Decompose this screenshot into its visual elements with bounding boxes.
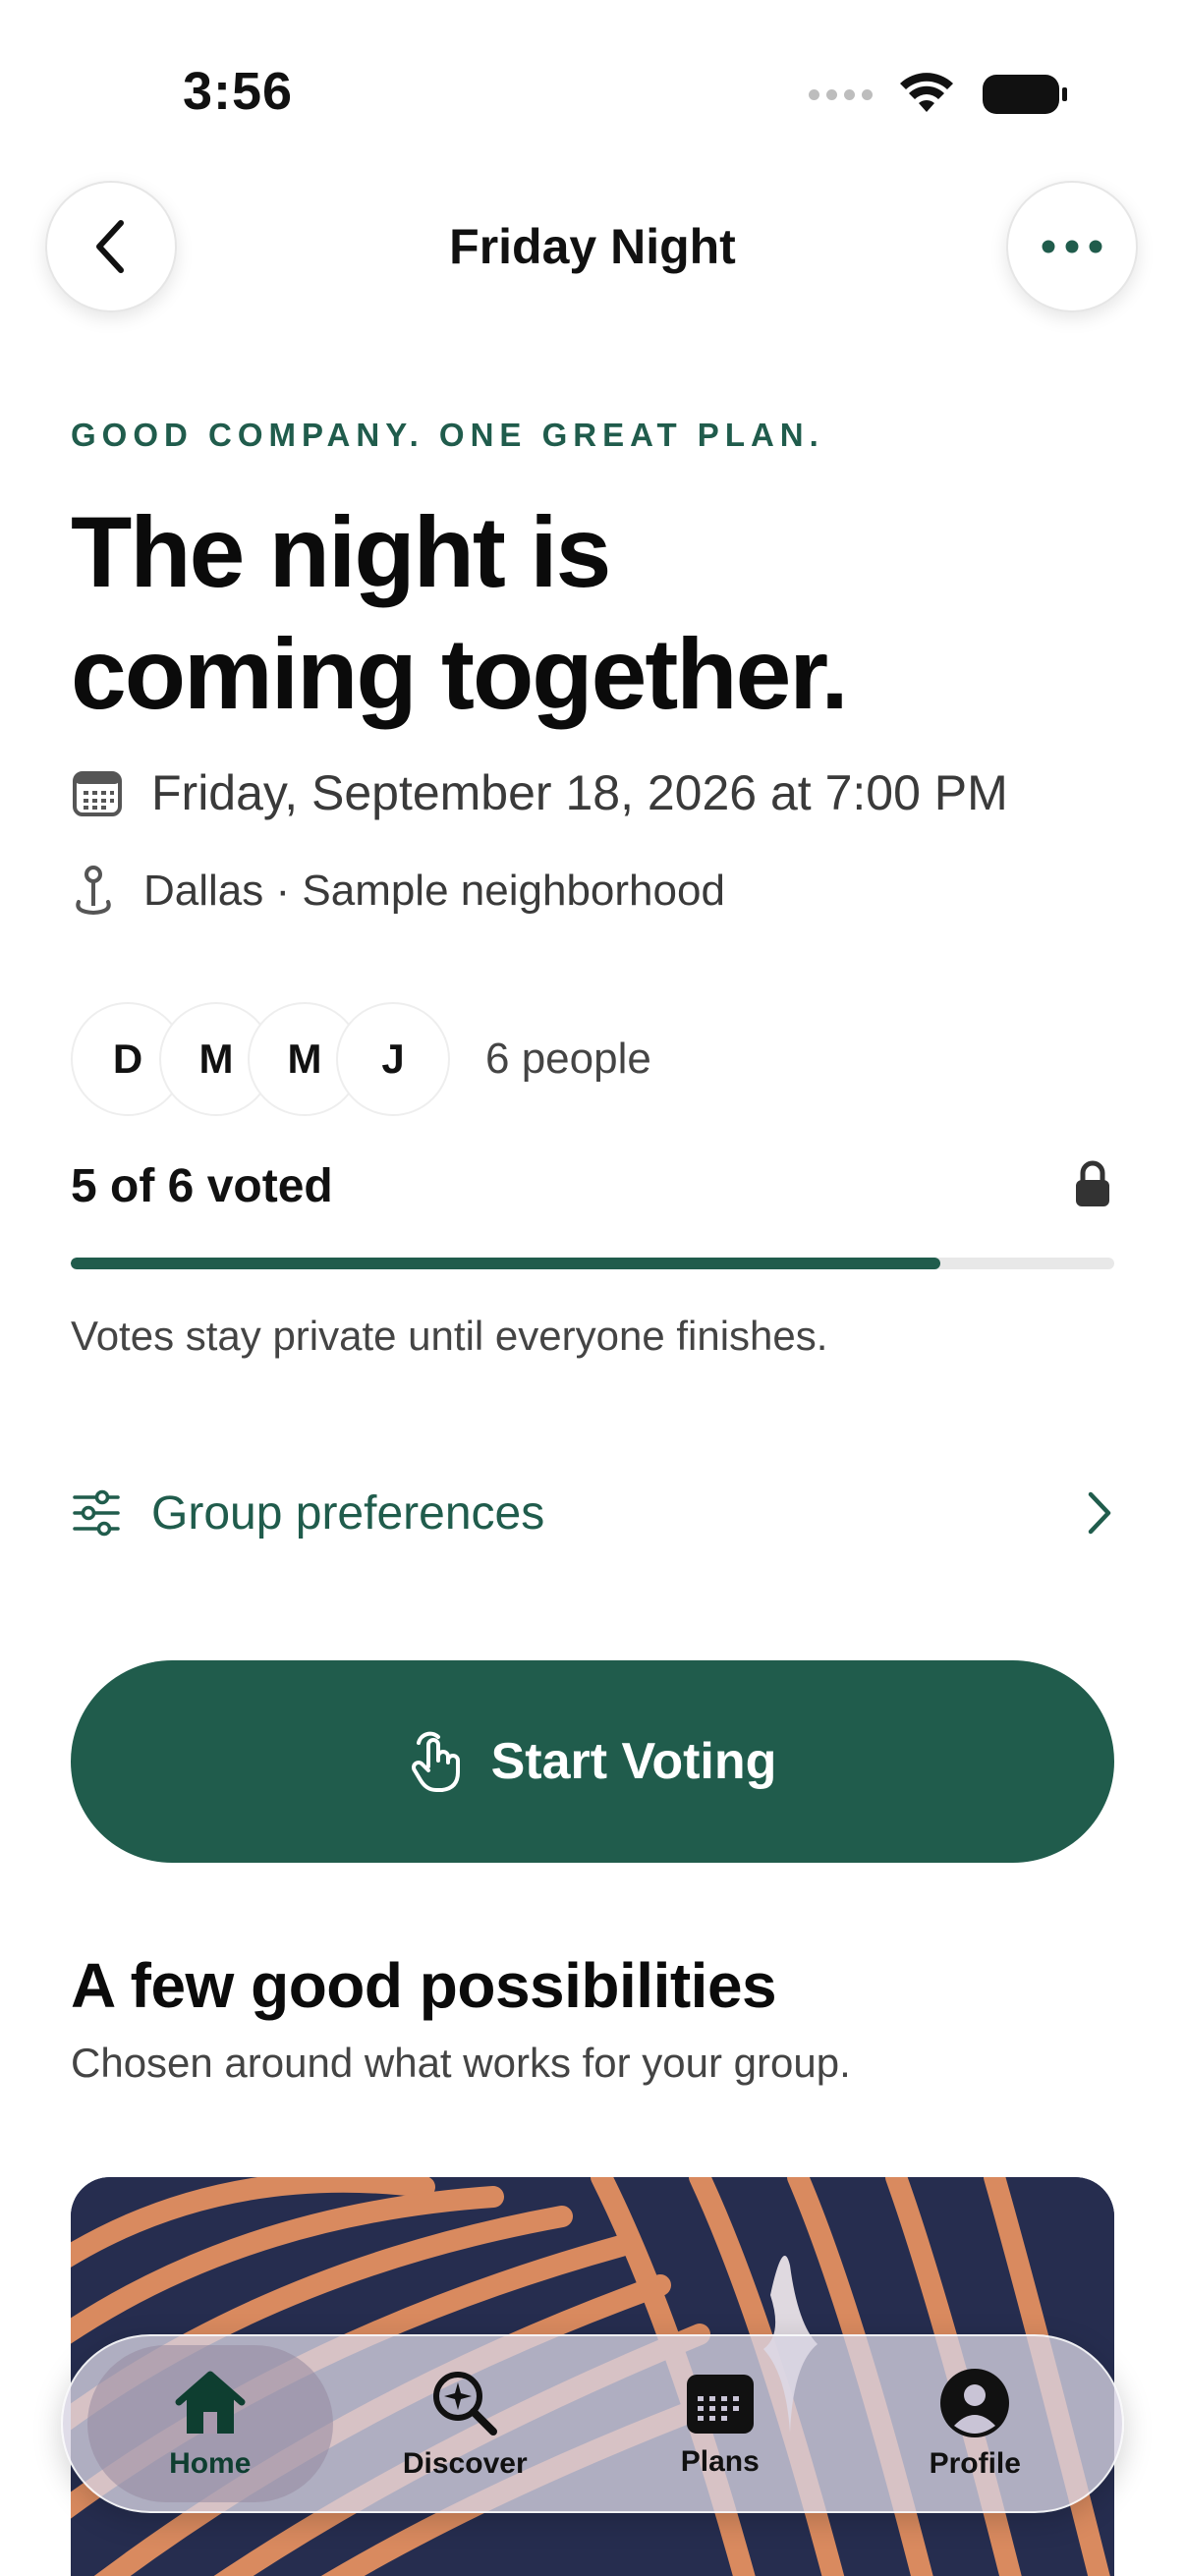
section-subtitle: Chosen around what works for your group.	[71, 2040, 851, 2086]
tagline: GOOD COMPANY. ONE GREAT PLAN.	[71, 417, 824, 453]
headline-line-1: The night is	[71, 496, 611, 608]
event-location: Dallas · Sample neighborhood	[143, 867, 725, 915]
house-icon	[175, 2371, 246, 2434]
tab-label: Profile	[929, 2447, 1021, 2480]
participants[interactable]: D M M J 6 people	[71, 1002, 651, 1116]
status-time: 3:56	[183, 62, 294, 121]
cellular-signal-icon	[809, 88, 873, 100]
tab-label: Home	[169, 2447, 252, 2480]
event-location-row: Dallas · Sample neighborhood	[71, 865, 725, 918]
lock-icon	[1076, 1160, 1109, 1206]
status-indicators	[809, 65, 1069, 124]
person-circle-icon	[940, 2369, 1010, 2437]
event-date: Friday, September 18, 2026 at 7:00 PM	[151, 765, 1008, 820]
group-preferences-row[interactable]: Group preferences	[71, 1482, 1114, 1544]
headline: The night is coming together.	[71, 491, 1053, 735]
calendar-icon	[686, 2375, 754, 2434]
vote-progress-fill	[71, 1258, 940, 1269]
people-count: 6 people	[485, 1035, 651, 1083]
tab-plans[interactable]: Plans	[597, 2345, 843, 2502]
group-preferences-label: Group preferences	[151, 1486, 545, 1540]
tab-bar: Home Discover Plans Profile	[61, 2334, 1124, 2513]
ellipsis-icon	[1042, 240, 1102, 253]
event-date-row: Friday, September 18, 2026 at 7:00 PM	[71, 764, 1008, 821]
map-pin-icon	[76, 866, 111, 916]
vote-progress-bar	[71, 1258, 1114, 1269]
tab-label: Discover	[402, 2447, 528, 2480]
tab-profile[interactable]: Profile	[852, 2345, 1098, 2502]
sliders-icon	[73, 1489, 120, 1537]
start-voting-label: Start Voting	[490, 1733, 777, 1790]
vote-status: 5 of 6 voted	[71, 1160, 333, 1212]
wifi-icon	[900, 73, 953, 112]
magnify-sparkle-icon	[433, 2372, 498, 2436]
start-voting-button[interactable]: Start Voting	[71, 1660, 1114, 1863]
battery-icon	[983, 75, 1067, 114]
calendar-icon	[73, 771, 122, 816]
chevron-right-icon	[1088, 1491, 1111, 1535]
privacy-note: Votes stay private until everyone finish…	[71, 1313, 828, 1359]
avatar: J	[336, 1002, 450, 1116]
tab-home[interactable]: Home	[86, 2345, 333, 2502]
section-title: A few good possibilities	[71, 1950, 777, 2021]
headline-line-2: coming together.	[71, 618, 849, 730]
tab-label: Plans	[680, 2445, 760, 2478]
tap-hand-icon	[411, 1731, 460, 1792]
tab-discover[interactable]: Discover	[342, 2345, 588, 2502]
more-options-button[interactable]	[1006, 181, 1138, 312]
